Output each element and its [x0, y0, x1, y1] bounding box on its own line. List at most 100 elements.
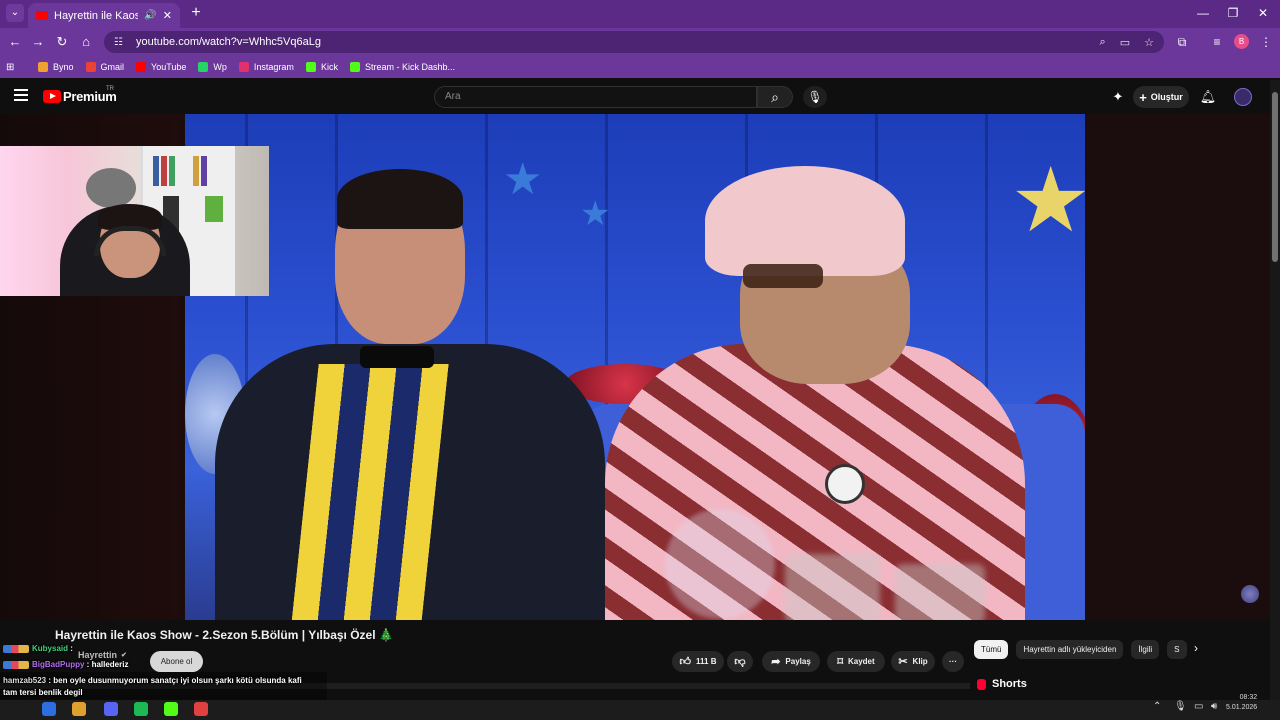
close-window-button[interactable]: ✕ — [1248, 4, 1278, 22]
zoom-icon[interactable]: ⌕ — [1100, 36, 1106, 49]
menu-icon[interactable] — [14, 89, 28, 101]
bookmark-favicon-icon — [38, 62, 48, 72]
bookmark-label: Wp — [213, 62, 227, 72]
tab-title: Hayrettin ile Kaos Show - 2 — [54, 9, 139, 22]
filter-chip[interactable]: Tümü — [974, 640, 1009, 659]
bookmark-item[interactable]: Gmail — [85, 62, 125, 72]
taskbar-app-icon[interactable] — [164, 702, 178, 716]
media-control-icon[interactable]: ≡ — [1208, 33, 1226, 51]
clock-time: 08:32 — [1239, 694, 1258, 701]
bookmark-item[interactable]: Byno — [38, 62, 74, 72]
chat-text: tam tersi benlik degil — [3, 688, 83, 697]
home-button[interactable]: ⌂ — [77, 33, 95, 51]
chat-message: BigBadPuppy : hallederiz — [3, 660, 128, 669]
chat-username[interactable]: Kubysaid — [32, 644, 68, 653]
taskbar-discord-icon[interactable] — [104, 702, 118, 716]
windows-taskbar — [0, 700, 1280, 720]
bookmark-label: Kick — [320, 62, 338, 72]
tray-volume-icon[interactable]: 🔊︎ — [1211, 701, 1217, 712]
share-button[interactable]: ➦ Paylaş — [762, 651, 820, 672]
taskbar-app-icon[interactable] — [194, 702, 208, 716]
chat-username[interactable]: hamzab523 — [3, 676, 46, 685]
bookmark-item[interactable]: YouTube — [136, 62, 186, 72]
voice-search-icon[interactable]: 🎙 — [803, 86, 827, 108]
search-input[interactable]: Ara — [434, 86, 757, 108]
minimize-button[interactable]: — — [1188, 4, 1218, 22]
bookmark-item[interactable]: Kick — [305, 62, 338, 72]
browser-tab[interactable]: Hayrettin ile Kaos Show - 2 🔊 ✕ — [28, 3, 180, 28]
apps-grid-icon[interactable]: ⊞ — [6, 62, 20, 73]
restore-button[interactable]: ❐ — [1218, 4, 1248, 22]
video-player[interactable]: ★ ★ ★ — [0, 114, 1270, 620]
taskbar-spotify-icon[interactable] — [134, 702, 148, 716]
create-button[interactable]: + Oluştur — [1133, 86, 1189, 108]
blue-star-decoration: ★ — [580, 195, 611, 233]
search-button[interactable]: ⌕ — [757, 86, 793, 108]
bookmark-label: Instagram — [253, 62, 294, 72]
extensions-icon[interactable]: ⧉ — [1173, 33, 1191, 51]
bookmark-label: Stream - Kick Dashb... — [364, 62, 455, 72]
chat-badges-icon — [3, 660, 29, 669]
youtube-masthead: Premium TR Ara ⌕ 🎙 ✦ + Oluştur 🔔︎ — [0, 80, 1280, 114]
scrollbar-thumb[interactable] — [1272, 92, 1278, 262]
tray-chevron-icon[interactable]: ⌃ — [1153, 701, 1161, 712]
floating-widget-icon[interactable] — [1241, 585, 1259, 603]
youtube-favicon-icon — [36, 11, 48, 20]
clock-date: 5.01.2026 — [1226, 704, 1258, 711]
shorts-header: Shorts — [977, 678, 1027, 690]
plus-icon: + — [1139, 89, 1147, 105]
save-label: Kaydet — [847, 657, 875, 666]
tray-network-icon[interactable]: ▭ — [1194, 701, 1203, 712]
profile-avatar[interactable]: B — [1234, 34, 1249, 49]
forward-button[interactable]: → — [29, 33, 47, 51]
menu-kebab-icon[interactable]: ⋮ — [1257, 33, 1275, 51]
bookmark-item[interactable]: Instagram — [238, 62, 294, 72]
premium-badge-icon[interactable]: ✦ — [1108, 88, 1128, 106]
youtube-logo-icon[interactable] — [43, 90, 61, 103]
chat-text: ben oyle dusunmuyorum sanatçı iyi olsun … — [53, 676, 302, 685]
filter-chip[interactable]: S — [1167, 640, 1187, 659]
tray-mic-icon[interactable]: 🎙︎ — [1174, 701, 1187, 712]
region-code: TR — [106, 86, 114, 92]
chevron-right-icon[interactable]: › — [1194, 641, 1198, 655]
bookmark-item[interactable]: Wp — [198, 62, 227, 72]
speaker-icon[interactable]: 🔊 — [144, 10, 156, 21]
bookmark-favicon-icon — [238, 62, 249, 72]
save-button[interactable]: ⌑ Kaydet — [827, 651, 885, 672]
more-actions-button[interactable]: ··· — [942, 651, 964, 672]
shorts-label: Shorts — [992, 678, 1027, 690]
tab-search-icon[interactable]: ⌄ — [6, 4, 24, 22]
share-icon: ➦ — [771, 656, 781, 668]
filter-chip[interactable]: Hayrettin adlı yükleyiciden — [1016, 640, 1124, 659]
gold-star-decoration: ★ — [1010, 151, 1085, 251]
system-clock[interactable]: 08:32 5.01.2026 — [1226, 693, 1257, 713]
video-title-text: Hayrettin ile Kaos Show - 2.Sezon 5.Bölü… — [55, 628, 376, 642]
thumbs-up-icon: 👍︎ — [679, 656, 692, 668]
address-bar[interactable]: ☷ youtube.com/watch?v=Whhc5Vq6aLg ⌕ ▭ ☆ — [104, 31, 1164, 53]
bookmark-label: YouTube — [151, 62, 187, 72]
bookmark-label: Byno — [53, 62, 74, 72]
url-text[interactable]: youtube.com/watch?v=Whhc5Vq6aLg — [136, 36, 1086, 48]
bookmark-favicon-icon — [305, 62, 316, 72]
cast-icon[interactable]: ▭ — [1120, 36, 1130, 49]
notifications-bell-icon[interactable]: 🔔︎ — [1198, 88, 1218, 106]
related-chips: Tümü Hayrettin adlı yükleyiciden İlgili S — [974, 640, 1187, 659]
create-label: Oluştur — [1150, 92, 1183, 102]
taskbar-app-icon[interactable] — [72, 702, 86, 716]
account-avatar[interactable] — [1234, 88, 1252, 106]
filter-chip[interactable]: İlgili — [1131, 640, 1160, 659]
bookmark-label: Gmail — [100, 62, 125, 72]
bookmark-item[interactable]: Stream - Kick Dashb... — [349, 62, 455, 72]
close-tab-icon[interactable]: ✕ — [163, 9, 172, 22]
dislike-button[interactable]: 👎︎ — [727, 651, 753, 672]
like-button[interactable]: 👍︎ 111 B — [672, 651, 724, 672]
chat-username[interactable]: BigBadPuppy — [32, 660, 84, 669]
new-tab-button[interactable]: + — [187, 4, 205, 22]
clip-button[interactable]: ✂ Klip — [891, 651, 935, 672]
shorts-icon — [977, 678, 986, 690]
bookmark-star-icon[interactable]: ☆ — [1144, 36, 1154, 49]
reload-button[interactable]: ↻ — [53, 33, 71, 51]
taskbar-app-icon[interactable] — [42, 702, 56, 716]
site-info-icon[interactable]: ☷ — [114, 37, 126, 48]
back-button[interactable]: ← — [6, 33, 24, 51]
